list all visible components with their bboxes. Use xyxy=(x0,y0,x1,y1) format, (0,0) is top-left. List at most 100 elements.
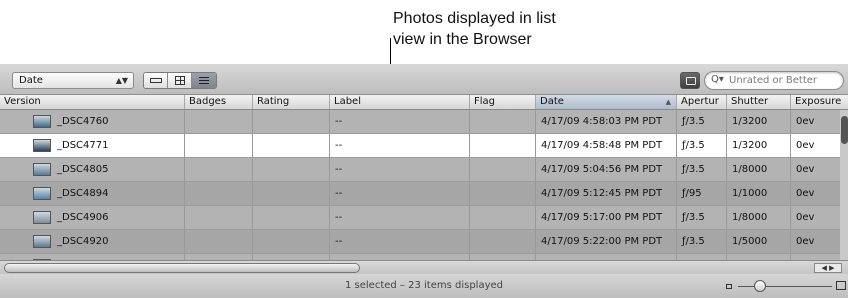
thumbnail-size-slider[interactable] xyxy=(738,286,832,287)
flag-cell xyxy=(470,182,536,205)
aperture-cell: ƒ/3.5 xyxy=(677,206,727,229)
column-header-badges[interactable]: Badges xyxy=(185,95,253,109)
label-cell: -- xyxy=(330,206,470,229)
aperture-cell: ƒ/3.5 xyxy=(677,134,727,157)
list-icon xyxy=(199,77,209,84)
photo-thumbnail xyxy=(33,211,51,224)
table-row[interactable]: _DSC4920 -- 4/17/09 5:22:00 PM PDT ƒ/3.5 1/5… xyxy=(0,230,848,254)
rating-cell xyxy=(253,158,330,181)
version-name: _DSC4894 xyxy=(57,188,109,199)
badges-cell xyxy=(185,182,253,205)
badges-cell xyxy=(185,134,253,157)
shutter-cell: 1/3200 xyxy=(727,134,791,157)
shutter-cell: 1/8000 xyxy=(727,158,791,181)
rating-cell xyxy=(253,110,330,133)
version-name: _DSC4920 xyxy=(57,236,109,247)
small-thumbnail-icon xyxy=(726,284,732,289)
version-name: _DSC4805 xyxy=(57,164,109,175)
table-row[interactable]: _DSC4771 -- 4/17/09 4:58:48 PM PDT ƒ/3.5 1/3… xyxy=(0,134,848,158)
column-header-rating[interactable]: Rating xyxy=(253,95,330,109)
badges-cell xyxy=(185,158,253,181)
photo-thumbnail xyxy=(33,235,51,248)
flag-cell xyxy=(470,206,536,229)
column-header-aperture[interactable]: Apertur xyxy=(677,95,727,109)
date-cell: 4/17/09 4:58:03 PM PDT xyxy=(536,110,677,133)
table-row[interactable]: _DSC4894 -- 4/17/09 5:12:45 PM PDT ƒ/95 1/10… xyxy=(0,182,848,206)
horizontal-scroll-thumb[interactable] xyxy=(4,263,360,273)
search-field: Q▾ xyxy=(704,71,844,90)
status-bar: 1 selected – 23 items displayed xyxy=(0,274,848,298)
column-header-date[interactable]: Date ▲ xyxy=(536,95,677,109)
browser-list: _DSC4760 -- 4/17/09 4:58:03 PM PDT ƒ/3.5 1/3… xyxy=(0,110,848,260)
flag-cell xyxy=(470,134,536,157)
badges-cell xyxy=(185,110,253,133)
aperture-cell: ƒ/3.5 xyxy=(677,230,727,253)
select-arrows-icon: ▲▼ xyxy=(115,76,128,85)
label-cell: -- xyxy=(330,134,470,157)
filmstrip-icon xyxy=(150,78,162,83)
version-name: _DSC4771 xyxy=(57,140,109,151)
status-text: 1 selected – 23 items displayed xyxy=(344,280,503,291)
sort-ascending-icon: ▲ xyxy=(665,98,671,106)
search-input[interactable] xyxy=(729,74,839,87)
filter-hud-button[interactable] xyxy=(680,72,700,89)
search-icon[interactable]: Q▾ xyxy=(711,74,724,85)
flag-cell xyxy=(470,230,536,253)
photo-thumbnail xyxy=(33,163,51,176)
photo-thumbnail xyxy=(33,115,51,128)
photo-thumbnail xyxy=(33,187,51,200)
sort-by-select[interactable]: Date ▲▼ xyxy=(12,72,134,89)
flag-cell xyxy=(470,158,536,181)
version-cell: _DSC4894 xyxy=(0,182,185,205)
annotation-callout: Photos displayed in list view in the Bro… xyxy=(393,8,556,50)
shutter-cell: 1/1000 xyxy=(727,182,791,205)
flag-cell xyxy=(470,110,536,133)
version-cell: _DSC4906 xyxy=(0,206,185,229)
version-name: _DSC4760 xyxy=(57,116,109,127)
browser-toolbar: Date ▲▼ Q▾ xyxy=(0,64,848,95)
version-cell: _DSC4771 xyxy=(0,134,185,157)
version-cell: _DSC4805 xyxy=(0,158,185,181)
label-cell: -- xyxy=(330,158,470,181)
sort-by-value: Date xyxy=(19,75,43,86)
table-row[interactable]: _DSC4805 -- 4/17/09 5:04:56 PM PDT ƒ/3.5 1/8… xyxy=(0,158,848,182)
date-cell: 4/17/09 5:22:00 PM PDT xyxy=(536,230,677,253)
column-header-row: Version Badges Rating Label Flag Date ▲ … xyxy=(0,95,848,110)
label-cell: -- xyxy=(330,110,470,133)
aperture-cell: ƒ/3.5 xyxy=(677,158,727,181)
version-cell: _DSC4920 xyxy=(0,230,185,253)
aperture-cell: ƒ/3.5 xyxy=(677,110,727,133)
vertical-scrollbar[interactable] xyxy=(840,110,848,260)
slider-knob[interactable] xyxy=(754,280,766,292)
browser-panel: Date ▲▼ Q▾ Version Badges Rating Label F… xyxy=(0,64,848,298)
table-row[interactable]: _DSC4760 -- 4/17/09 4:58:03 PM PDT ƒ/3.5 1/3… xyxy=(0,110,848,134)
shutter-cell: 1/3200 xyxy=(727,110,791,133)
column-header-flag[interactable]: Flag xyxy=(470,95,536,109)
grid-icon xyxy=(175,76,185,85)
rating-cell xyxy=(253,182,330,205)
filmstrip-view-button[interactable] xyxy=(144,73,168,88)
list-view-button[interactable] xyxy=(192,73,216,88)
table-row[interactable]: _DSC4906 -- 4/17/09 5:17:00 PM PDT ƒ/3.5 1/8… xyxy=(0,206,848,230)
column-header-shutter[interactable]: Shutter xyxy=(727,95,791,109)
date-cell: 4/17/09 5:17:00 PM PDT xyxy=(536,206,677,229)
rating-cell xyxy=(253,206,330,229)
label-cell: -- xyxy=(330,182,470,205)
view-mode-group xyxy=(143,72,217,89)
badges-cell xyxy=(185,206,253,229)
version-name: _DSC4906 xyxy=(57,212,109,223)
grid-view-button[interactable] xyxy=(168,73,192,88)
photo-thumbnail xyxy=(33,139,51,152)
column-header-version[interactable]: Version xyxy=(0,95,185,109)
shutter-cell: 1/8000 xyxy=(727,206,791,229)
horizontal-scrollbar[interactable]: ◀ ▶ xyxy=(0,260,848,274)
scroll-arrows-icon[interactable]: ◀ ▶ xyxy=(814,263,842,273)
shutter-cell: 1/5000 xyxy=(727,230,791,253)
column-header-label[interactable]: Label xyxy=(330,95,470,109)
version-cell: _DSC4760 xyxy=(0,110,185,133)
rating-cell xyxy=(253,230,330,253)
column-header-exposure[interactable]: Exposure xyxy=(791,95,848,109)
date-cell: 4/17/09 4:58:48 PM PDT xyxy=(536,134,677,157)
large-thumbnail-icon xyxy=(836,281,846,290)
rating-cell xyxy=(253,134,330,157)
